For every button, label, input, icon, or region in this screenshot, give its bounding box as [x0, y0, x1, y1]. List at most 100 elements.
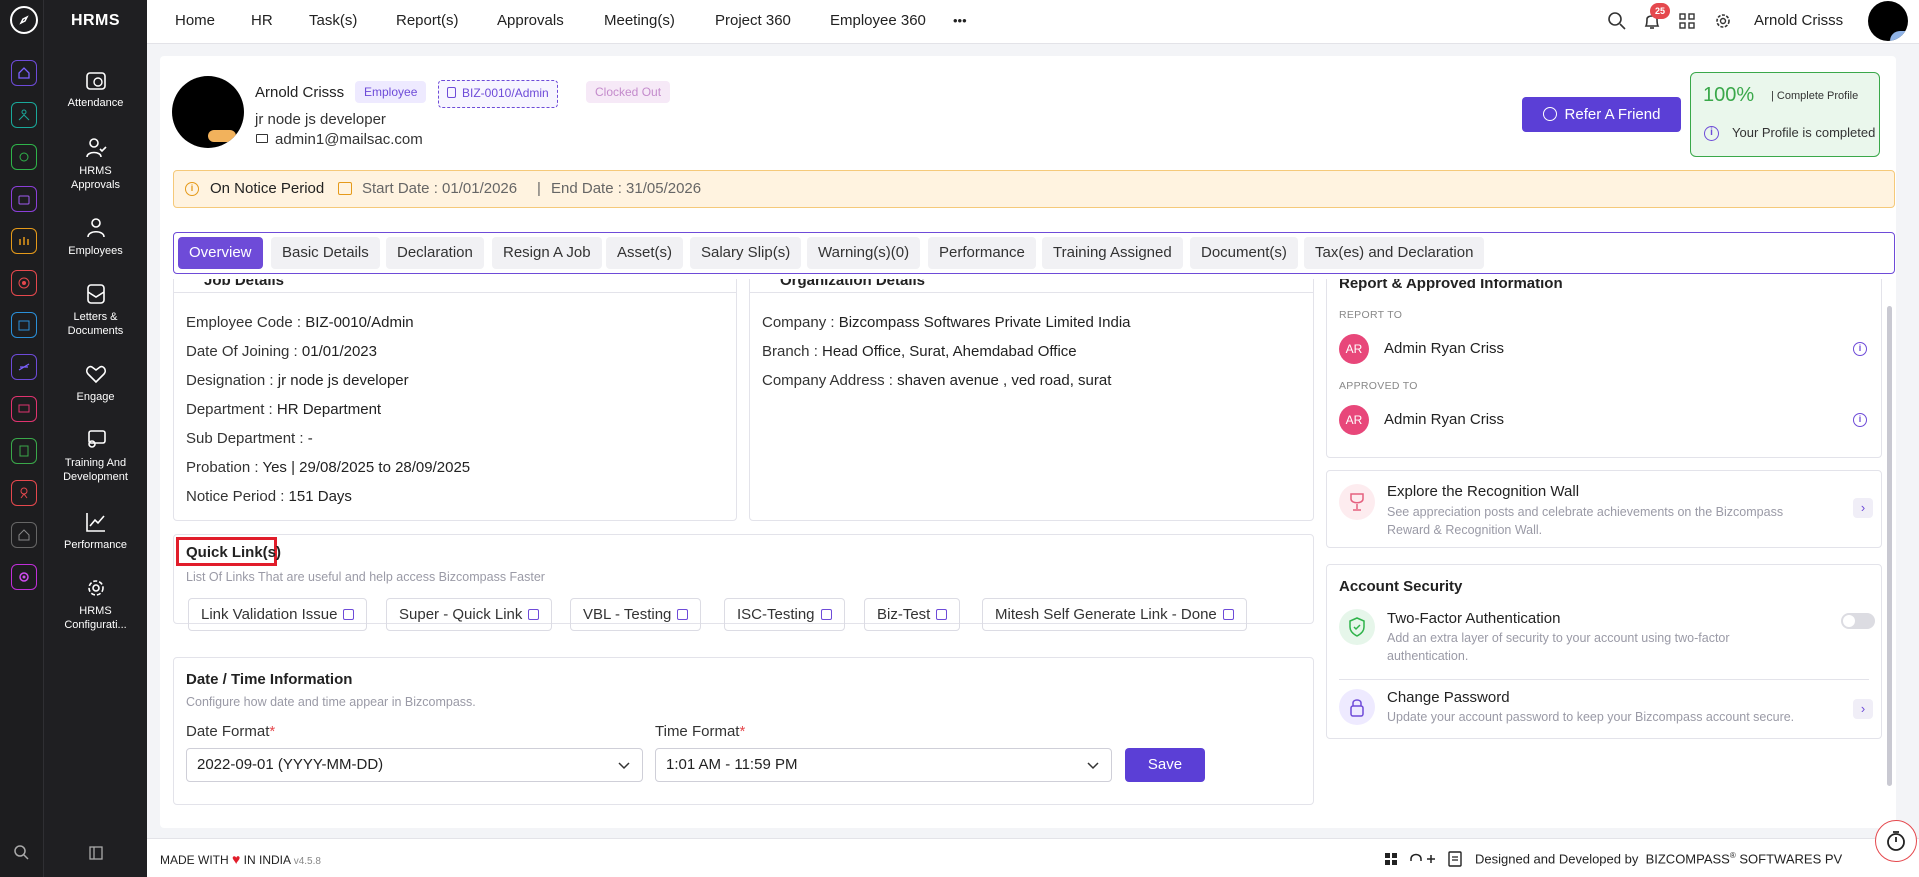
change-password-title[interactable]: Change Password [1387, 689, 1510, 706]
change-password-chevron-right-icon[interactable]: › [1853, 699, 1873, 719]
topnav-reports[interactable]: Report(s) [396, 12, 459, 29]
tab-overview[interactable]: Overview [178, 237, 263, 269]
rail-briefcase-icon[interactable] [11, 186, 37, 212]
rail-search-icon[interactable] [12, 843, 30, 861]
calendar-icon [338, 182, 352, 195]
rail-badge-icon[interactable] [11, 480, 37, 506]
tab-assets[interactable]: Asset(s) [606, 237, 684, 269]
tab-training-assigned[interactable]: Training Assigned [1042, 237, 1183, 269]
timer-fab-icon[interactable] [1875, 820, 1917, 862]
sidebar-item-label: Employees [68, 245, 123, 257]
compass-logo-icon[interactable] [10, 6, 38, 34]
sidebar-item-approvals[interactable]: HRMS Approvals [44, 136, 147, 192]
time-format-select[interactable]: 1:01 AM - 11:59 PM [655, 748, 1112, 782]
rail-settings-icon[interactable] [11, 564, 37, 590]
footer: MADE WITH ♥ IN INDIA v4.5.8 Designed and… [147, 838, 1919, 877]
report-to-info-icon[interactable]: i [1853, 342, 1867, 356]
report-to-label: REPORT TO [1339, 309, 1403, 321]
support-headset-icon[interactable] [1409, 851, 1437, 867]
quick-link-item[interactable]: Link Validation Issue [188, 598, 368, 631]
sidebar-item-engage[interactable]: Engage [44, 362, 147, 404]
profile-name: Arnold Crisss [255, 84, 345, 101]
topnav-employee-360[interactable]: Employee 360 [830, 12, 926, 29]
sidebar-item-training[interactable]: Training And Development [44, 428, 147, 484]
add-user-icon [1542, 107, 1557, 121]
two-factor-desc-line2: authentication. [1387, 649, 1469, 663]
external-link-icon [343, 609, 355, 620]
save-button[interactable]: Save [1125, 748, 1205, 782]
notice-end-date: End Date : 31/05/2026 [551, 180, 702, 197]
attendance-icon [85, 72, 106, 90]
engage-icon [85, 365, 106, 384]
employee-role-badge: Employee [355, 81, 427, 103]
user-avatar[interactable] [1868, 1, 1908, 41]
recognition-chevron-right-icon[interactable]: › [1853, 498, 1873, 518]
gear-icon[interactable] [1713, 11, 1733, 31]
rail-org-icon[interactable] [11, 102, 37, 128]
sidebar-item-letters[interactable]: Letters & Documents [44, 282, 147, 338]
rail-archive-icon[interactable] [11, 312, 37, 338]
config-icon [87, 580, 104, 596]
employees-icon [86, 218, 105, 238]
topnav-tasks[interactable]: Task(s) [309, 12, 357, 29]
clock-status-badge: Clocked Out [586, 81, 671, 103]
sidebar-item-config[interactable]: HRMS Configurati... [44, 576, 147, 632]
collapse-sidebar-icon[interactable] [89, 846, 103, 860]
tab-resign-a-job[interactable]: Resign A Job [492, 237, 602, 269]
content-scrollbar[interactable] [1887, 306, 1892, 786]
topnav-meetings[interactable]: Meeting(s) [604, 12, 675, 29]
time-format-label: Time Format* [655, 723, 746, 740]
footer-made-with: MADE WITH ♥ IN INDIA v4.5.8 [160, 851, 321, 867]
job-row-employee-code: Employee Code : BIZ-0010/Admin [186, 314, 414, 331]
chevron-down-icon [1087, 762, 1099, 770]
quick-link-item[interactable]: VBL - Testing [570, 598, 702, 631]
tab-salary-slips[interactable]: Salary Slip(s) [690, 237, 802, 269]
date-format-select[interactable]: 2022-09-01 (YYYY-MM-DD) [186, 748, 643, 782]
top-navbar: Home HR Task(s) Report(s) Approvals Meet… [147, 0, 1919, 44]
approved-to-avatar: AR [1339, 405, 1369, 435]
quick-link-item[interactable]: Biz-Test [864, 598, 961, 631]
rail-monitor-icon[interactable] [11, 396, 37, 422]
quick-link-item[interactable]: ISC-Testing [724, 598, 845, 631]
notice-period-label: On Notice Period [210, 180, 325, 197]
two-factor-toggle[interactable] [1841, 613, 1875, 629]
quick-link-item[interactable]: Super - Quick Link [386, 598, 553, 631]
sidebar-item-label: HRMS Configurati... [64, 605, 127, 631]
sidebar-item-employees[interactable]: Employees [44, 216, 147, 258]
external-link-icon [820, 609, 832, 620]
sidebar-item-attendance[interactable]: Attendance [44, 68, 147, 110]
apps-grid-icon[interactable] [1678, 12, 1696, 30]
date-format-label: Date Format* [186, 723, 276, 740]
user-name[interactable]: Arnold Crisss [1754, 12, 1843, 29]
overview-scroll-area[interactable]: Job Details Employee Code : BIZ-0010/Adm… [160, 279, 1896, 829]
topnav-home[interactable]: Home [175, 12, 215, 29]
rail-plane-icon[interactable] [11, 354, 37, 380]
quick-link-item[interactable]: Mitesh Self Generate Link - Done [982, 598, 1247, 631]
refer-friend-button[interactable]: Refer A Friend [1522, 97, 1681, 132]
app-icon-rail [0, 0, 44, 877]
topnav-approvals[interactable]: Approvals [497, 12, 564, 29]
recognition-wall-card[interactable]: Explore the Recognition Wall See appreci… [1326, 470, 1882, 548]
rail-people-icon[interactable] [11, 228, 37, 254]
topnav-hr[interactable]: HR [251, 12, 273, 29]
rail-sheet-icon[interactable] [11, 438, 37, 464]
two-factor-desc-line1: Add an extra layer of security to your a… [1387, 631, 1730, 645]
tab-basic-details[interactable]: Basic Details [271, 237, 380, 269]
employee-code-badge[interactable]: BIZ-0010/Admin [438, 80, 558, 108]
shield-check-icon [1339, 609, 1375, 645]
tab-performance[interactable]: Performance [928, 237, 1036, 269]
rail-home-icon[interactable] [11, 60, 37, 86]
rail-finance-icon[interactable] [11, 144, 37, 170]
tab-taxes-declaration[interactable]: Tax(es) and Declaration [1304, 237, 1485, 269]
topnav-more-icon[interactable]: ••• [953, 13, 967, 28]
tab-declaration[interactable]: Declaration [386, 237, 484, 269]
rail-target-icon[interactable] [11, 270, 37, 296]
sidebar-item-performance[interactable]: Performance [44, 510, 147, 552]
tab-warnings[interactable]: Warning(s)(0) [807, 237, 921, 269]
topnav-project-360[interactable]: Project 360 [715, 12, 791, 29]
tab-documents[interactable]: Document(s) [1190, 237, 1298, 269]
rail-house-icon[interactable] [11, 522, 37, 548]
performance-icon [85, 513, 105, 532]
search-icon[interactable] [1607, 11, 1627, 31]
approved-to-info-icon[interactable]: i [1853, 413, 1867, 427]
